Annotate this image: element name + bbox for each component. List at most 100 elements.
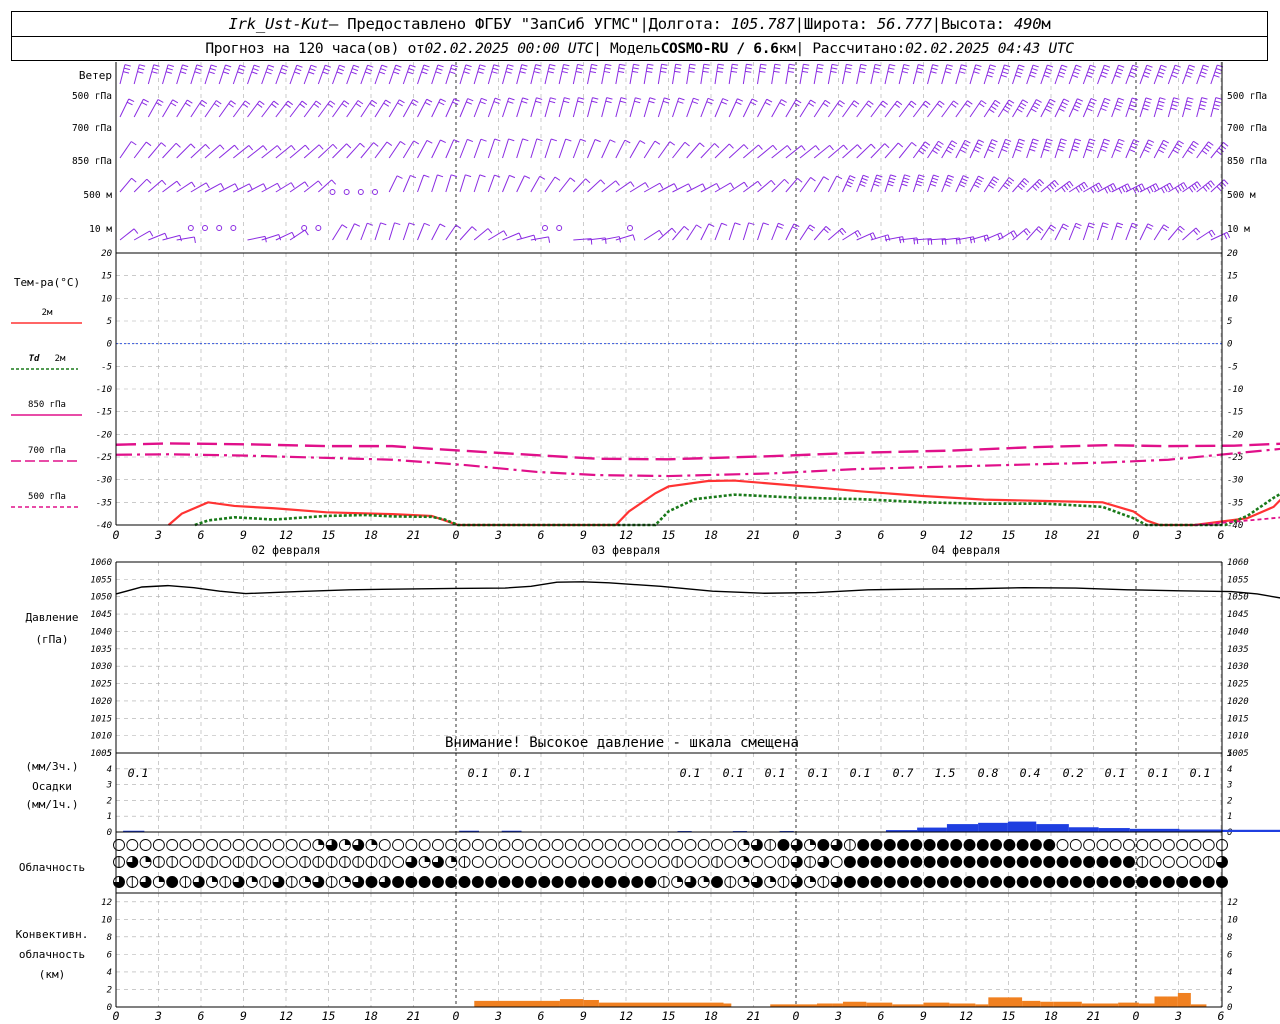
- wind-barb-staff: [1054, 138, 1062, 159]
- wind-barb-flag: [1178, 140, 1184, 145]
- wind-barb-staff: [1054, 98, 1065, 118]
- wind-barb-flag: [381, 64, 388, 68]
- wind-barb-flag: [839, 230, 844, 236]
- wind-barb-flag: [1083, 181, 1088, 188]
- wind-barb-flag: [664, 97, 671, 101]
- wind-barb-staff: [317, 100, 331, 118]
- conv-bar: [1081, 1003, 1119, 1007]
- wind-barb-flag: [1223, 142, 1229, 147]
- wind-barb-flag: [1066, 182, 1071, 189]
- wind-barb-staff: [743, 180, 759, 193]
- wind-barb-staff: [856, 232, 874, 241]
- wind-barb-flag: [1101, 104, 1108, 108]
- wind-barb-staff: [856, 175, 864, 193]
- temp-series-t2m: [167, 479, 1280, 527]
- conv-hour-label: 12: [619, 1009, 633, 1023]
- wind-barb-flag: [563, 100, 570, 104]
- wind-barb-flag: [594, 139, 601, 143]
- wind-barb-flag: [465, 174, 472, 178]
- temp-hour-label: 21: [747, 528, 761, 542]
- wind-calm-circle: [187, 225, 194, 231]
- wind-barb-flag: [1214, 100, 1221, 104]
- cloud-symbol-circle: [299, 839, 311, 851]
- wind-barb-staff: [133, 99, 144, 118]
- wind-barb-flag: [872, 232, 877, 239]
- precip-tick-right: 1: [1227, 812, 1232, 822]
- wind-barb-staff: [431, 64, 439, 85]
- wind-barb-flag: [1206, 144, 1212, 149]
- wind-barb-staff: [473, 174, 481, 193]
- cloud-symbol-circle: [179, 839, 192, 851]
- wind-barb-flag: [896, 100, 903, 106]
- wind-calm-circle: [357, 189, 364, 195]
- cloud-symbol-circle: [591, 856, 604, 868]
- wind-barb-staff: [955, 100, 968, 118]
- cloud-symbol-circle: [1149, 856, 1162, 868]
- wind-barb-staff: [431, 98, 441, 118]
- cloud-symbol-mark: [251, 876, 258, 882]
- wind-barb-flag: [750, 101, 757, 106]
- cloud-symbol-circle: [750, 856, 763, 868]
- cloud-symbol-circle: [1123, 876, 1135, 888]
- wind-barb-flag: [1023, 178, 1030, 183]
- wind-barb-staff: [360, 65, 369, 85]
- wind-barb-flag: [1207, 182, 1213, 188]
- cloud-symbol-circle: [525, 856, 537, 868]
- cloud-symbol-circle: [631, 856, 644, 868]
- wind-barb-flag: [266, 68, 273, 72]
- wind-level-label-left: 500 гПа: [72, 91, 112, 102]
- wind-barb-flag: [355, 103, 362, 108]
- wind-level-label-left: 700 гПа: [72, 123, 112, 134]
- cloud-symbol-circle: [923, 856, 936, 868]
- conv-bar: [842, 1001, 867, 1007]
- cloud-symbol-circle: [963, 876, 976, 888]
- wind-barb-flag: [410, 174, 417, 179]
- wind-barb-staff: [558, 97, 565, 118]
- wind-barb-flag: [1145, 97, 1152, 101]
- wind-barb-staff: [1167, 97, 1175, 118]
- wind-barb-staff: [388, 141, 401, 159]
- precip-3h-label: 0.2: [1063, 766, 1084, 780]
- wind-barb-flag: [603, 70, 611, 74]
- wind-barb-flag: [646, 70, 653, 73]
- wind-barb-flag: [632, 70, 639, 73]
- wind-barb-flag: [310, 64, 317, 68]
- wind-barb-staff: [544, 97, 551, 118]
- temp-hour-label: 6: [1218, 528, 1225, 542]
- wind-barb-staff: [827, 175, 838, 193]
- wind-barb-staff: [997, 139, 1006, 159]
- wind-barb-flag: [1114, 74, 1121, 78]
- wind-barb-flag: [480, 138, 487, 142]
- wind-barb-flag: [1191, 185, 1196, 191]
- precip-unit-1h: (мм/1ч.): [26, 798, 79, 811]
- conv-tick-left: 10: [101, 915, 112, 925]
- wind-barb-flag: [400, 140, 406, 146]
- cloud-symbol-circle: [1030, 876, 1042, 888]
- wind-barb-flag: [323, 68, 330, 72]
- wind-barb-flag: [408, 68, 415, 71]
- wind-barb-flag: [268, 64, 275, 68]
- cloud-symbol-mark: [212, 876, 218, 882]
- wind-barb-staff: [799, 224, 811, 241]
- wind-barb-staff: [870, 174, 878, 193]
- cloud-symbol-circle: [431, 876, 444, 888]
- wind-barb-flag: [1101, 71, 1108, 75]
- wind-barb-staff: [1068, 64, 1077, 85]
- wind-barb-flag: [751, 98, 758, 103]
- wind-barb-staff: [247, 64, 255, 85]
- cloud-symbol-circle: [644, 876, 657, 888]
- wind-barb-flag: [882, 100, 888, 105]
- wind-barb-staff: [402, 99, 414, 118]
- wind-barb-staff: [757, 179, 772, 193]
- wind-barb-flag: [219, 144, 225, 150]
- wind-barb-flag: [822, 102, 829, 108]
- wind-barb-staff: [1210, 231, 1228, 241]
- wind-barb-staff: [445, 139, 455, 159]
- wind-barb-staff: [1026, 64, 1034, 85]
- wind-barb-flag: [409, 64, 416, 68]
- conv-hour-label: 21: [407, 1009, 421, 1023]
- wind-barb-staff: [700, 64, 705, 85]
- wind-barb-flag: [689, 67, 696, 70]
- wind-barb-flag: [951, 103, 957, 108]
- wind-barb-flag: [1194, 183, 1199, 189]
